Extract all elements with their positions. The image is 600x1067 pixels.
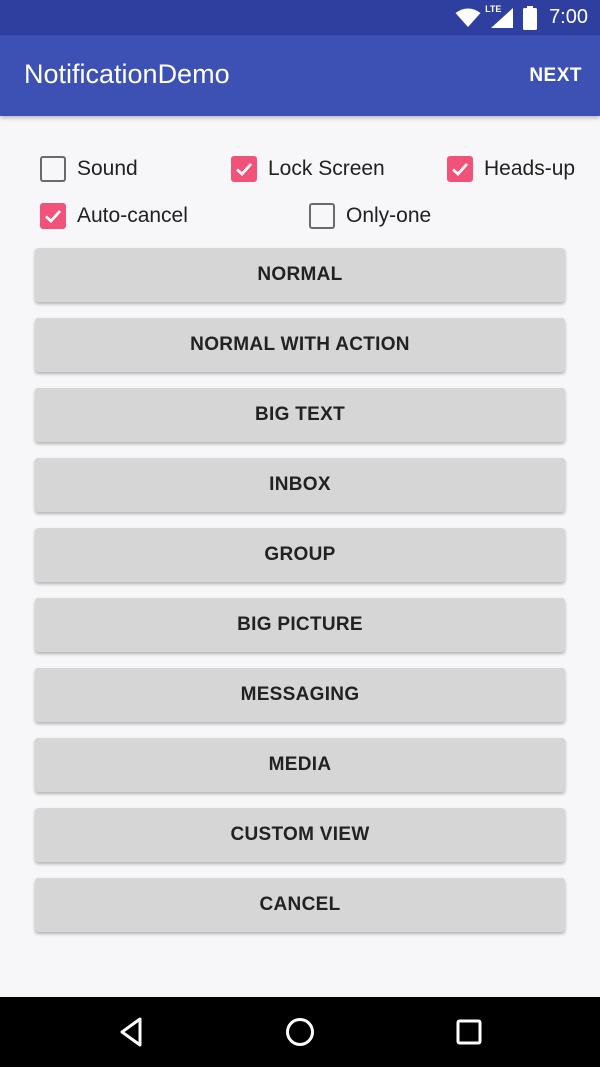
checkbox-icon [231,156,257,182]
checkbox-icon [447,156,473,182]
navigation-bar [0,997,600,1067]
only-one-checkbox[interactable]: Only-one [309,203,431,229]
app-title: NotificationDemo [24,59,230,89]
media-button[interactable]: MEDIA [35,738,565,792]
big-picture-button[interactable]: BIG PICTURE [35,598,565,652]
next-button[interactable]: NEXT [529,65,582,87]
checkbox-icon [40,156,66,182]
normal-with-action-button[interactable]: NORMAL WITH ACTION [35,318,565,372]
home-icon[interactable] [283,1015,317,1049]
lock-screen-checkbox[interactable]: Lock Screen [231,156,385,182]
status-time: 7:00 [549,6,588,28]
recents-icon[interactable] [452,1015,486,1049]
lock-screen-label: Lock Screen [268,157,385,180]
signal-icon: LTE [485,4,515,30]
app-bar: NotificationDemo NEXT [0,35,600,116]
heads-up-checkbox[interactable]: Heads-up [447,156,575,182]
auto-cancel-checkbox[interactable]: Auto-cancel [40,203,188,229]
heads-up-label: Heads-up [484,157,576,180]
checkbox-icon [309,203,335,229]
battery-icon [523,5,538,30]
back-icon[interactable] [114,1015,148,1049]
big-text-button[interactable]: BIG TEXT [35,388,565,442]
checkbox-icon [40,203,66,229]
custom-view-button[interactable]: CUSTOM VIEW [35,808,565,862]
status-bar: LTE 7:00 [0,0,600,35]
group-button[interactable]: GROUP [35,528,565,582]
auto-cancel-label: Auto-cancel [77,204,188,227]
sound-label: Sound [77,157,138,180]
wifi-icon [455,8,481,27]
normal-button[interactable]: NORMAL [35,248,565,302]
cancel-button[interactable]: CANCEL [35,878,565,932]
messaging-button[interactable]: MESSAGING [35,668,565,722]
inbox-button[interactable]: INBOX [35,458,565,512]
only-one-label: Only-one [346,204,432,227]
sound-checkbox[interactable]: Sound [40,156,138,182]
